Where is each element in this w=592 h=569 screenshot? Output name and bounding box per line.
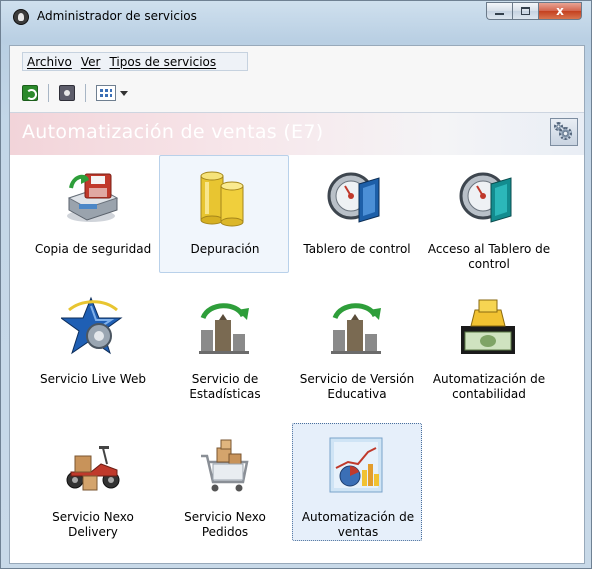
control-board-icon — [325, 166, 387, 228]
menu-bar: Archivo Ver Tipos de servicios — [22, 52, 248, 71]
service-tile-version-educativa[interactable]: Servicio de Versión Educativa — [291, 285, 421, 403]
stop-service-icon[interactable] — [59, 85, 75, 101]
service-label: Copia de seguridad — [34, 242, 152, 256]
close-icon: x — [556, 4, 564, 18]
app-icon[interactable] — [13, 9, 29, 25]
gear-icon — [559, 127, 572, 140]
close-button[interactable]: x — [538, 2, 582, 20]
service-label: Acceso al Tablero de control — [427, 242, 551, 271]
service-tile-tablero-de-control[interactable]: Tablero de control — [291, 155, 421, 273]
settings-button[interactable] — [550, 118, 578, 146]
maximize-icon — [521, 7, 530, 15]
orders-cart-icon — [193, 434, 255, 496]
service-tile-depuracion[interactable]: Depuración — [159, 155, 289, 273]
database-cleanup-icon — [193, 166, 255, 228]
menu-archivo[interactable]: Archivo — [27, 55, 72, 69]
service-label: Depuración — [190, 242, 260, 256]
service-tile-estadisticas[interactable]: Servicio de Estadísticas — [159, 285, 289, 403]
toolbar-separator — [85, 84, 86, 102]
service-tile-copia-de-seguridad[interactable]: Copia de seguridad — [27, 155, 157, 273]
menu-tipos-de-servicios[interactable]: Tipos de servicios — [109, 55, 216, 69]
toolbar-separator — [48, 84, 49, 102]
service-tile-live-web[interactable]: Servicio Live Web — [27, 285, 157, 403]
service-label: Automatización de ventas — [301, 510, 415, 539]
app-window: Administrador de servicios x Archivo Ver… — [0, 0, 592, 569]
service-tile-nexo-delivery[interactable]: Servicio Nexo Delivery — [27, 423, 157, 541]
service-label: Automatización de contabilidad — [432, 372, 546, 401]
client-area: Archivo Ver Tipos de servicios Automatiz… — [9, 45, 585, 564]
window-title: Administrador de servicios — [37, 9, 197, 23]
services-grid: Copia de seguridad Depuración Tablero de… — [10, 155, 584, 563]
statistics-sync-icon — [193, 296, 255, 358]
backup-disk-icon — [61, 166, 123, 228]
service-label: Tablero de control — [303, 242, 411, 256]
section-title: Automatización de ventas (E7) — [22, 121, 324, 143]
minimize-icon — [495, 13, 504, 15]
view-mode-icon[interactable] — [96, 85, 116, 101]
service-tile-contabilidad[interactable]: Automatización de contabilidad — [423, 285, 553, 403]
live-web-star-icon — [61, 296, 123, 358]
service-label: Servicio de Estadísticas — [189, 372, 261, 401]
service-label: Servicio Nexo Delivery — [52, 510, 134, 539]
maximize-button[interactable] — [512, 2, 538, 20]
dropdown-arrow-icon[interactable] — [120, 90, 128, 96]
title-bar[interactable]: Administrador de servicios x — [1, 1, 591, 33]
board-access-icon — [457, 166, 519, 228]
menu-ver[interactable]: Ver — [81, 55, 101, 69]
service-label: Servicio Nexo Pedidos — [184, 510, 266, 539]
service-label: Servicio Live Web — [40, 372, 146, 386]
toolbar — [22, 82, 582, 104]
service-label: Servicio de Versión Educativa — [299, 372, 415, 401]
service-tile-automatizacion-ventas[interactable]: Automatización de ventas — [292, 423, 422, 541]
window-controls: x — [486, 2, 582, 20]
accounting-money-icon — [457, 296, 519, 358]
delivery-scooter-icon — [61, 434, 123, 496]
refresh-icon[interactable] — [22, 85, 38, 101]
section-header: Automatización de ventas (E7) — [10, 112, 584, 156]
sales-chart-icon — [326, 434, 388, 496]
educational-sync-icon — [325, 296, 387, 358]
service-tile-acceso-tablero[interactable]: Acceso al Tablero de control — [423, 155, 553, 273]
minimize-button[interactable] — [486, 2, 512, 20]
service-tile-nexo-pedidos[interactable]: Servicio Nexo Pedidos — [159, 423, 289, 541]
